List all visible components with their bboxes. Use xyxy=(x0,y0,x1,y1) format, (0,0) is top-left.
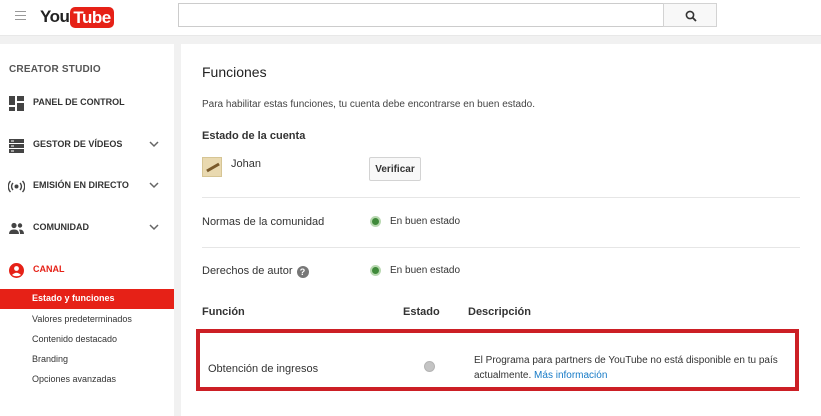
top-header: You Tube xyxy=(0,0,821,36)
logo-text-tube: Tube xyxy=(70,6,114,28)
sidebar-subitem-defaults[interactable]: Valores predeterminados xyxy=(0,310,174,330)
search-input[interactable] xyxy=(178,3,663,27)
community-guidelines-status: En buen estado xyxy=(390,216,461,227)
sidebar-item-channel[interactable]: CANAL xyxy=(0,259,174,281)
sidebar-subitem-featured-content[interactable]: Contenido destacado xyxy=(0,330,174,350)
sidebar-item-label: COMUNIDAD xyxy=(33,222,89,232)
column-header-feature: Función xyxy=(202,306,245,318)
community-guidelines-label: Normas de la comunidad xyxy=(202,216,325,228)
sidebar-subitem-advanced[interactable]: Opciones avanzadas xyxy=(0,370,174,390)
search-icon xyxy=(685,10,697,22)
logo-text-you: You xyxy=(40,7,70,26)
verify-button[interactable]: Verificar xyxy=(369,157,421,181)
video-manager-icon xyxy=(9,139,24,153)
column-header-status: Estado xyxy=(403,306,440,318)
chevron-down-icon[interactable] xyxy=(149,180,159,190)
sidebar-title: CREATOR STUDIO xyxy=(9,64,101,75)
sidebar-subitem-label: Branding xyxy=(32,354,69,364)
sidebar-item-live-broadcast[interactable]: EMISIÓN EN DIRECTO xyxy=(0,175,174,197)
copyright-row: Derechos de autor? xyxy=(202,265,309,278)
divider xyxy=(202,197,800,198)
feature-description-text: El Programa para partners de YouTube no … xyxy=(474,355,778,381)
monetization-feature-row: Obtención de ingresos El Programa para p… xyxy=(196,329,799,391)
sidebar-subitem-label: Estado y funciones xyxy=(32,293,115,303)
chevron-down-icon[interactable] xyxy=(149,139,159,149)
sidebar-item-video-manager[interactable]: GESTOR DE VÍDEOS xyxy=(0,134,174,156)
main-content: Funciones Para habilitar estas funciones… xyxy=(181,44,821,416)
sidebar-subitem-label: Contenido destacado xyxy=(32,334,118,344)
search-button[interactable] xyxy=(663,3,717,27)
copyright-label: Derechos de autor xyxy=(202,265,293,277)
more-info-link[interactable]: Más información xyxy=(534,370,607,381)
help-icon[interactable]: ? xyxy=(296,266,309,278)
sidebar-item-label: CANAL xyxy=(33,264,65,274)
feature-name: Obtención de ingresos xyxy=(208,363,319,375)
avatar xyxy=(202,157,222,177)
sidebar-item-label: PANEL DE CONTROL xyxy=(33,97,125,107)
account-status-heading: Estado de la cuenta xyxy=(202,130,306,142)
sidebar-subitem-label: Valores predeterminados xyxy=(32,314,132,324)
user-name: Johan xyxy=(231,158,261,170)
chevron-down-icon[interactable] xyxy=(149,222,159,232)
dashboard-icon xyxy=(9,96,24,111)
hamburger-menu-icon[interactable] xyxy=(15,11,26,20)
youtube-logo[interactable]: You Tube xyxy=(40,5,114,29)
feature-description: El Programa para partners de YouTube no … xyxy=(474,353,789,383)
column-header-description: Descripción xyxy=(468,306,531,318)
sidebar-subitem-label: Opciones avanzadas xyxy=(32,374,117,384)
status-good-icon xyxy=(370,216,381,227)
live-broadcast-icon xyxy=(8,180,25,193)
sidebar-item-label: EMISIÓN EN DIRECTO xyxy=(33,180,129,190)
sidebar-item-label: GESTOR DE VÍDEOS xyxy=(33,139,123,149)
creator-studio-sidebar: CREATOR STUDIO PANEL DE CONTROL GESTOR D… xyxy=(0,44,174,416)
page-title: Funciones xyxy=(202,64,267,80)
status-good-icon xyxy=(370,265,381,276)
divider xyxy=(202,247,800,248)
sidebar-subitem-branding[interactable]: Branding xyxy=(0,350,174,370)
channel-icon xyxy=(9,263,24,278)
sidebar-subitem-status-features[interactable]: Estado y funciones xyxy=(0,289,174,309)
community-icon xyxy=(9,222,24,234)
sidebar-item-community[interactable]: COMUNIDAD xyxy=(0,217,174,239)
intro-text: Para habilitar estas funciones, tu cuent… xyxy=(202,99,536,110)
sidebar-item-dashboard[interactable]: PANEL DE CONTROL xyxy=(0,92,174,114)
status-inactive-icon xyxy=(424,361,435,372)
copyright-status: En buen estado xyxy=(390,265,461,276)
